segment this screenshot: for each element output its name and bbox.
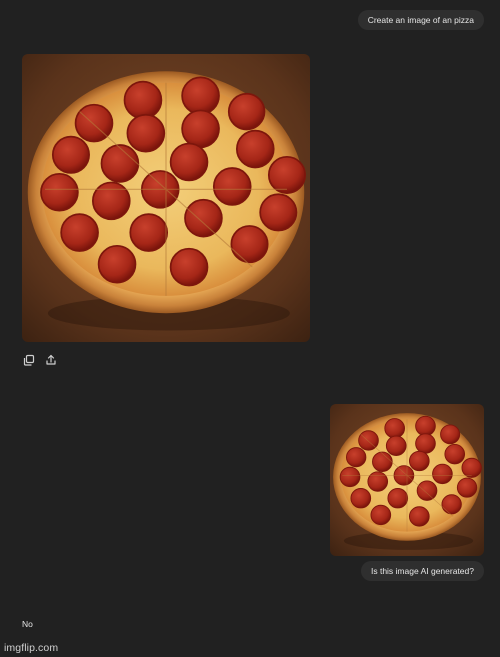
share-icon[interactable] — [44, 353, 58, 367]
uploaded-pizza-image[interactable] — [330, 404, 484, 556]
message-action-row — [22, 353, 58, 367]
copy-icon[interactable] — [22, 353, 36, 367]
user-message-bubble: Create an image of an pizza — [357, 10, 484, 30]
assistant-reply: No — [22, 619, 33, 629]
user-message-bubble: Is this image AI generated? — [360, 561, 484, 581]
generated-pizza-image[interactable] — [22, 54, 310, 342]
imgflip-watermark: imgflip.com — [4, 642, 59, 654]
